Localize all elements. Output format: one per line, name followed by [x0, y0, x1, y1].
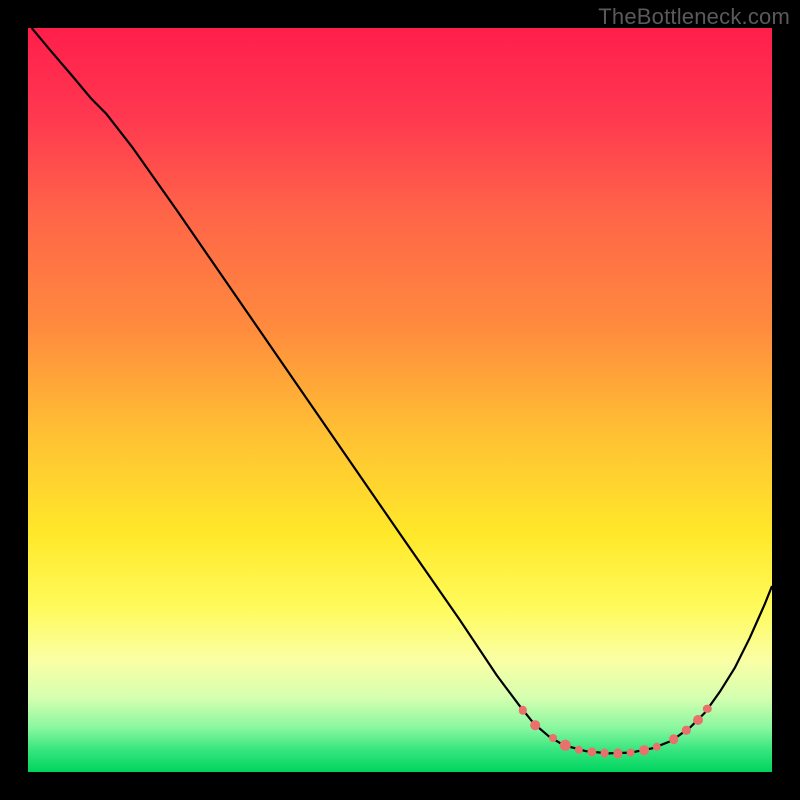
chart-area — [28, 28, 772, 772]
marker-layer — [28, 28, 772, 772]
curve-marker — [613, 749, 622, 758]
curve-marker — [669, 734, 679, 744]
curve-marker — [560, 740, 570, 750]
curve-marker — [639, 746, 649, 756]
curve-marker — [703, 705, 711, 713]
curve-marker — [574, 745, 582, 753]
curve-marker — [693, 715, 703, 725]
curve-marker — [682, 726, 690, 734]
curve-marker — [600, 749, 609, 758]
curve-marker — [549, 734, 557, 742]
curve-marker — [531, 720, 541, 730]
curve-marker — [587, 747, 596, 756]
curve-marker — [652, 743, 660, 751]
curve-marker — [519, 706, 527, 714]
curve-marker — [626, 748, 635, 757]
watermark-text: TheBottleneck.com — [598, 4, 790, 30]
